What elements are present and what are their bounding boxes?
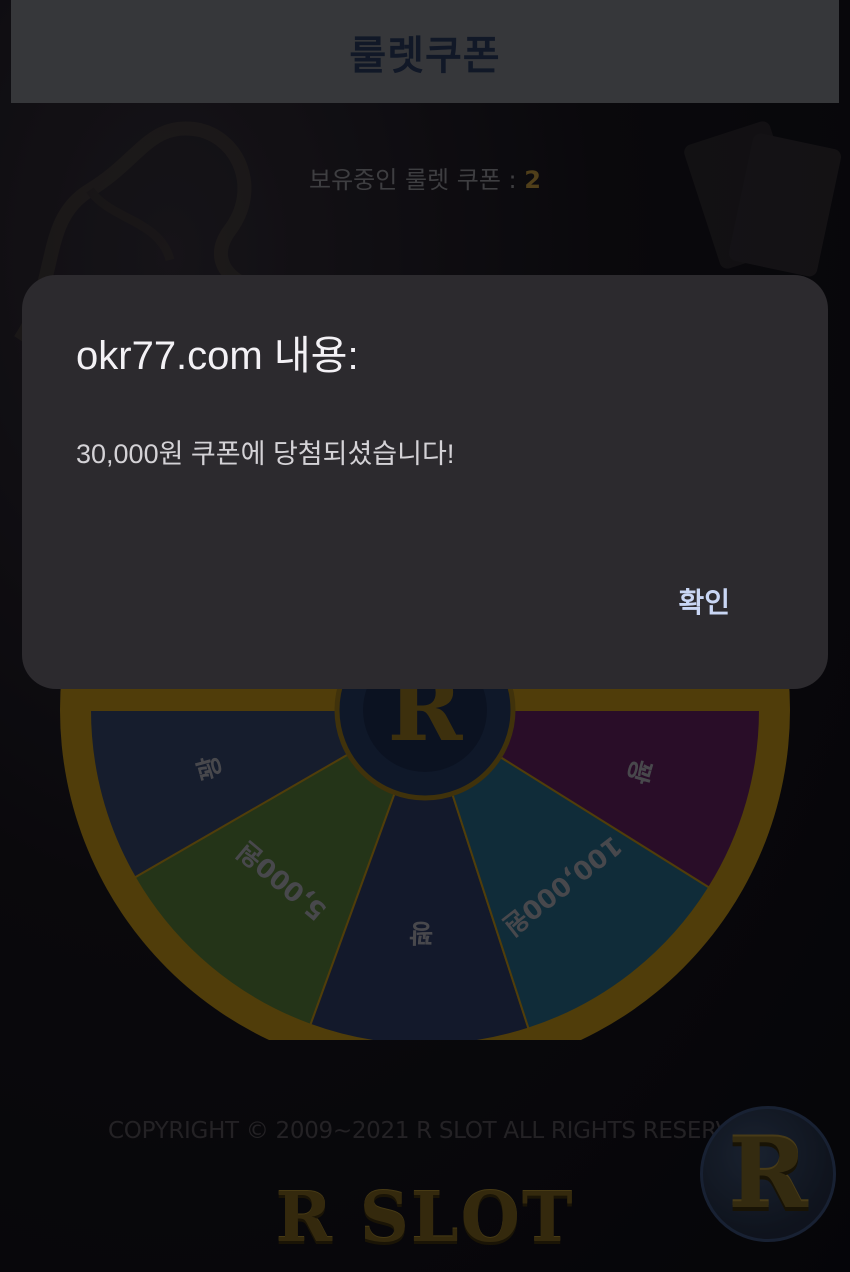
confirm-button[interactable]: 확인 bbox=[670, 577, 738, 625]
dialog-message: 30,000원 쿠폰에 당첨되셨습니다! bbox=[76, 439, 455, 469]
dialog-title: okr77.com 내용: bbox=[76, 334, 359, 378]
alert-dialog: okr77.com 내용: 30,000원 쿠폰에 당첨되셨습니다! 확인 bbox=[22, 275, 828, 689]
